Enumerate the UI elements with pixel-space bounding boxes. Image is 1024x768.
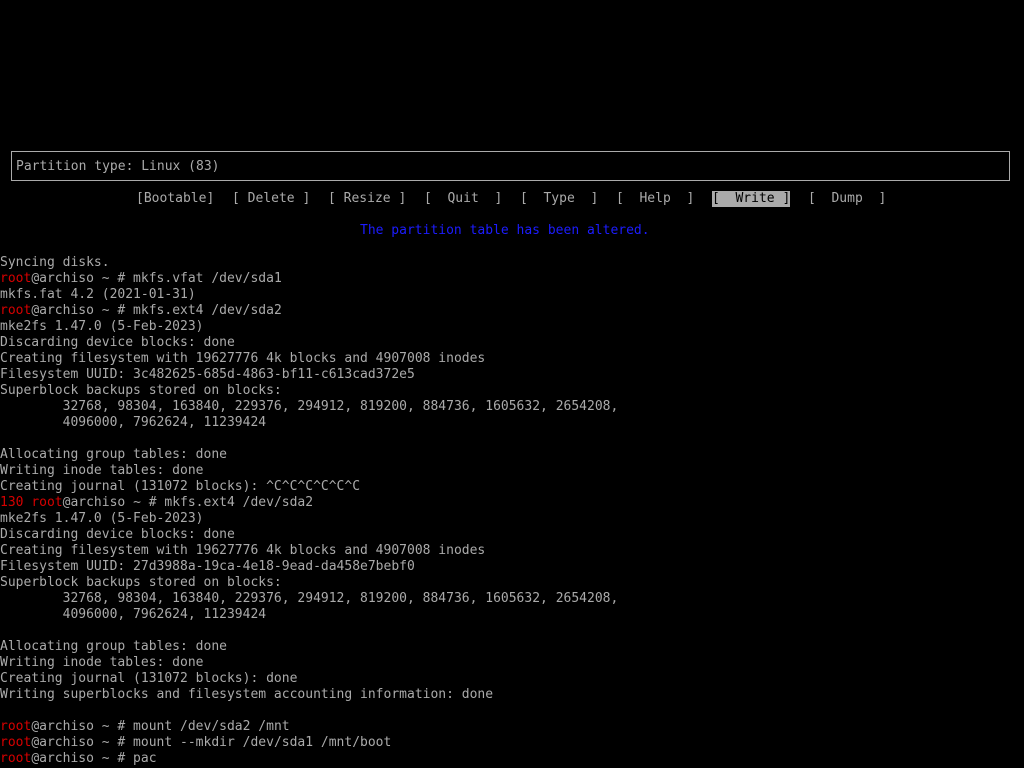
output-line: Discarding device blocks: done [0,335,235,350]
menu-delete-button[interactable]: [ Delete ] [232,191,310,207]
output-line: 32768, 98304, 163840, 229376, 294912, 81… [0,591,619,606]
output-line: Discarding device blocks: done [0,527,235,542]
menu-bootable-button[interactable]: [Bootable] [136,191,214,207]
prompt-user: root [31,495,63,510]
prompt-user: root [0,719,32,734]
prompt-user: root [0,271,32,286]
shell-prompt-line: root@archiso ~ # mkfs.ext4 /dev/sda2 [0,303,1024,319]
output-line: Allocating group tables: done [0,447,227,462]
prompt-user: root [0,303,32,318]
menu-type-button[interactable]: [ Type ] [520,191,598,207]
output-line: Filesystem UUID: 3c482625-685d-4863-bf11… [0,367,415,382]
output-line: Writing inode tables: done [0,655,204,670]
output-line: Syncing disks. [0,255,110,270]
prompt-command: @archiso ~ # mount --mkdir /dev/sda1 /mn… [31,735,392,750]
prompt-command: @archiso ~ # pac [31,751,157,766]
output-line: Allocating group tables: done [0,639,227,654]
output-line: mke2fs 1.47.0 (5-Feb-2023) [0,319,204,334]
shell-prompt-line: root@archiso ~ # mount --mkdir /dev/sda1… [0,735,1024,751]
output-line: Filesystem UUID: 27d3988a-19ca-4e18-9ead… [0,559,415,574]
output-line: Creating filesystem with 19627776 4k blo… [0,543,486,558]
output-line: 4096000, 7962624, 11239424 [0,607,267,622]
exit-status: 130 [0,495,32,510]
prompt-user: root [0,735,32,750]
shell-prompt-line: root@archiso ~ # pac [0,751,1024,767]
output-line: Writing superblocks and filesystem accou… [0,687,494,702]
output-line: Creating journal (131072 blocks): done [0,671,298,686]
menu-write-button[interactable]: [ Write ] [712,191,791,207]
output-line: Superblock backups stored on blocks: [0,575,282,590]
output-line: Writing inode tables: done [0,463,204,478]
prompt-command: @archiso ~ # mkfs.ext4 /dev/sda2 [31,303,282,318]
output-line: Creating journal (131072 blocks): ^C^C^C… [0,479,361,494]
partition-altered-message: The partition table has been altered. [360,223,650,238]
prompt-command: @archiso ~ # mkfs.vfat /dev/sda1 [31,271,282,286]
shell-prompt-line: root@archiso ~ # mkfs.vfat /dev/sda1 [0,271,1024,287]
menu-quit-button[interactable]: [ Quit ] [424,191,502,207]
partition-type-box: Partition type: Linux (83) [11,151,1010,181]
output-line: mkfs.fat 4.2 (2021-01-31) [0,287,196,302]
prompt-command: @archiso ~ # mount /dev/sda2 /mnt [31,719,290,734]
output-line: Superblock backups stored on blocks: [0,383,282,398]
shell-prompt-line: root@archiso ~ # mount /dev/sda2 /mnt [0,719,1024,735]
menu-resize-button[interactable]: [ Resize ] [328,191,406,207]
terminal-screen[interactable]: Partition type: Linux (83) [Bootable] [ … [0,0,1024,768]
prompt-command: @archiso ~ # mkfs.ext4 /dev/sda2 [62,495,314,510]
partition-type-label: Partition type: Linux (83) [16,159,220,174]
shell-prompt-line: 130 root@archiso ~ # mkfs.ext4 /dev/sda2 [0,495,1024,511]
output-line: Creating filesystem with 19627776 4k blo… [0,351,486,366]
menu-dump-button[interactable]: [ Dump ] [808,191,886,207]
terminal-output: Syncing disks. root@archiso ~ # mkfs.vfat… [0,255,1024,767]
menu-help-button[interactable]: [ Help ] [616,191,694,207]
output-line: 4096000, 7962624, 11239424 [0,415,267,430]
output-line: 32768, 98304, 163840, 229376, 294912, 81… [0,399,619,414]
prompt-user: root [0,751,32,766]
cfdisk-menu-bar: [Bootable] [ Delete ] [ Resize ] [ Quit … [0,191,1024,207]
output-line: mke2fs 1.47.0 (5-Feb-2023) [0,511,204,526]
